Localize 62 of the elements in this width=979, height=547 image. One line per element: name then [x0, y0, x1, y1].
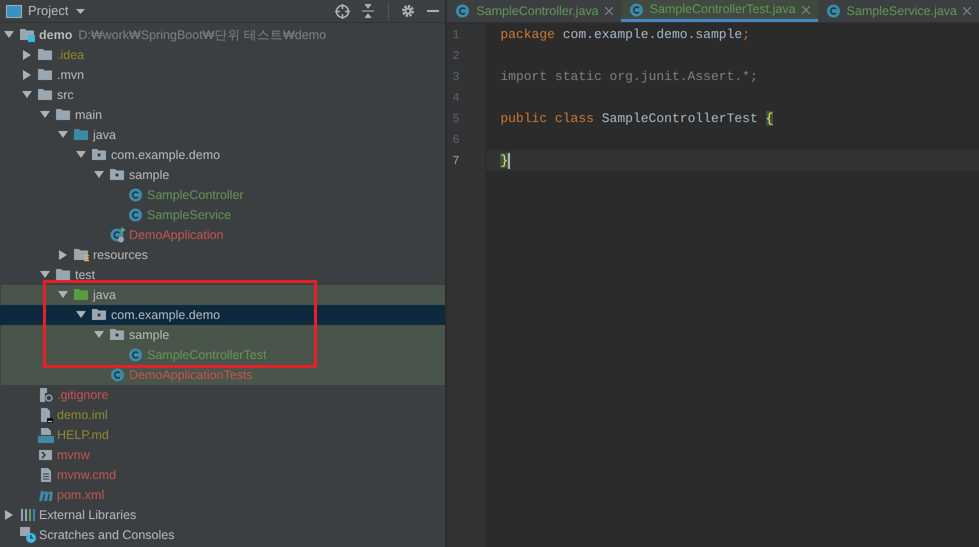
tree-item-label: main [75, 106, 102, 124]
tree-row[interactable]: sample [0, 325, 446, 345]
tree-item-label: mvnw [57, 446, 90, 464]
tree-row[interactable]: .mvn [0, 65, 446, 85]
panel-title[interactable]: Project [28, 1, 68, 21]
tree-item-label: demo [39, 26, 72, 44]
tree-row[interactable]: mvnw.cmd [0, 465, 446, 485]
tree-item-label: demo.iml [57, 406, 108, 424]
tree-item-label: SampleControllerTest [147, 346, 266, 364]
tree-row[interactable]: SampleController [0, 185, 446, 205]
tree-row[interactable]: mvnw [0, 445, 446, 465]
tree-item-label: SampleService [147, 206, 232, 224]
tree-item-label: pom.xml [57, 486, 104, 504]
tree-item-label: HELP.md [57, 426, 109, 444]
tree-item-label: resources [93, 246, 148, 264]
tree-row[interactable]: SampleService [0, 205, 446, 225]
tab-label: SampleService.java [846, 2, 957, 20]
tree-row[interactable]: main [0, 105, 446, 125]
tree-row[interactable]: com.example.demo [0, 305, 446, 325]
tree-item-label: External Libraries [39, 506, 136, 524]
tab-label: SampleControllerTest.java [650, 1, 796, 18]
tree-item-label: DemoApplicationTests [129, 366, 253, 384]
tree-item-label: com.example.demo [111, 146, 220, 164]
code-line: package com.example.demo.sample; [500, 26, 750, 44]
tree-item-label: sample [129, 326, 170, 344]
tree-item-label: test [75, 266, 96, 284]
tree-row[interactable]: DemoApplication [0, 225, 446, 245]
tree-item-label: SampleController [147, 186, 244, 204]
tree-row[interactable]: resources [0, 245, 446, 265]
tree-row[interactable]: java [0, 285, 446, 305]
line-number: 7 [452, 152, 460, 170]
editor-tab[interactable]: SampleControllerTest.java [620, 0, 818, 22]
tree-item-label: .mvn [57, 66, 84, 84]
tree-item-label: DemoApplication [129, 226, 224, 244]
tree-item-label: com.example.demo [111, 306, 220, 324]
tree-row[interactable]: java [0, 125, 446, 145]
code-line: public class SampleControllerTest { [500, 110, 774, 128]
tree-row[interactable]: src [0, 85, 446, 105]
tree-row[interactable]: .idea [0, 45, 446, 65]
tree-row[interactable]: demo D:₩work₩SpringBoot₩단위 테스트₩demo [0, 25, 446, 45]
tree-row[interactable]: Scratches and Consoles [0, 525, 446, 545]
tree-row[interactable]: External Libraries [0, 505, 446, 525]
tree-item-label: Scratches and Consoles [39, 526, 174, 544]
tree-item-label: sample [129, 166, 170, 184]
editor-tab[interactable]: SampleController.java [447, 0, 621, 22]
tree-row[interactable]: HELP.md [0, 425, 446, 445]
tree-row[interactable]: demo.iml [0, 405, 446, 425]
tree-item-label: src [57, 86, 74, 104]
tree-row[interactable]: .gitignore [0, 385, 446, 405]
tree-item-label: .idea [57, 46, 84, 64]
project-path: D:₩work₩SpringBoot₩단위 테스트₩demo [78, 26, 326, 44]
editor-tab[interactable]: SampleService.java [818, 0, 979, 22]
tree-item-label: java [93, 126, 116, 144]
tree-row[interactable]: com.example.demo [0, 145, 446, 165]
code-line: import static org.junit.Assert.*; [500, 68, 758, 86]
tab-label: SampleController.java [476, 2, 599, 20]
tree-item-label: mvnw.cmd [57, 466, 116, 484]
tree-row[interactable]: pom.xml [0, 485, 446, 505]
tree-item-label: .gitignore [57, 386, 108, 404]
tree-item-label: java [93, 286, 116, 304]
tree-row[interactable]: sample [0, 165, 446, 185]
tree-row[interactable]: test [0, 265, 446, 285]
